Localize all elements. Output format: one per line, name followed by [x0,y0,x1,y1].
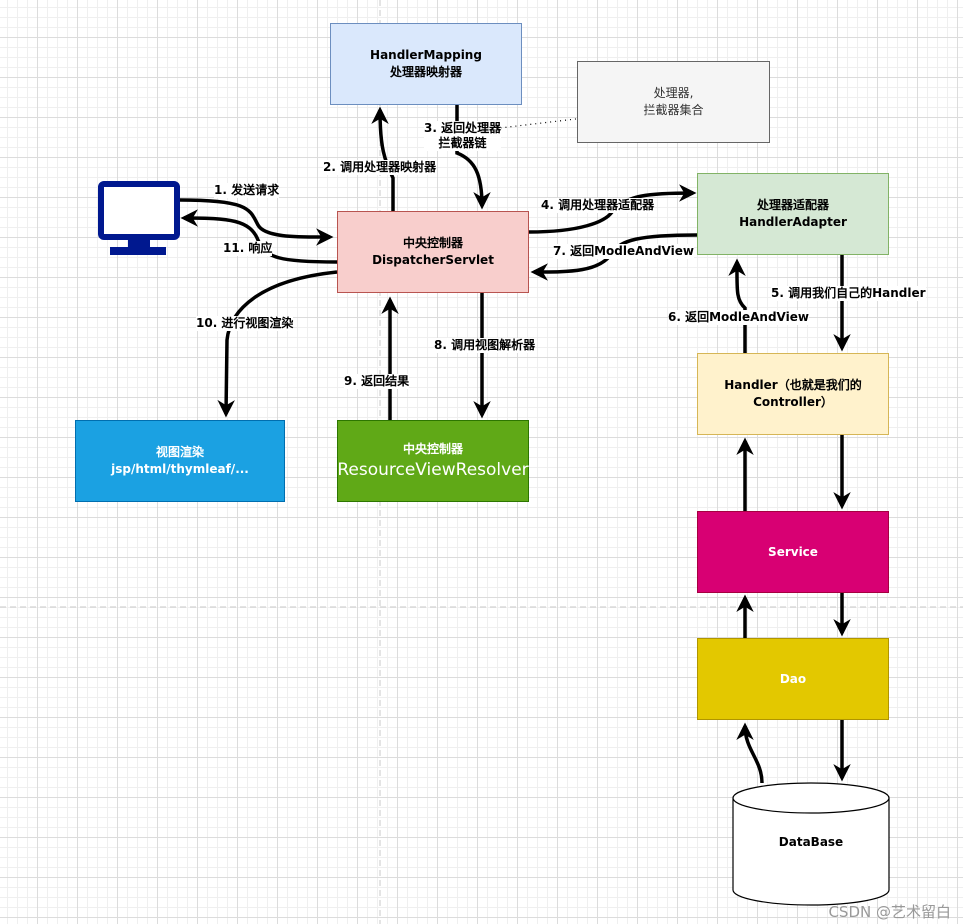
database-node[interactable]: DataBase [733,815,889,870]
node-title: 视图渲染 [155,445,204,459]
watermark: CSDN @艺术留白 [828,903,951,921]
service-node[interactable]: Service [697,511,889,593]
edge-label-3: 3. 返回处理器 拦截器链 [424,121,502,151]
node-title: 中央控制器 [402,441,463,456]
arrow-db-to-dao [736,722,764,784]
node-subtitle: 拦截器集合 [643,103,704,117]
edge-label-4: 4. 调用处理器适配器 [541,198,655,213]
node-subtitle: jsp/html/thymleaf/... [111,462,249,476]
node-title: HandlerMapping [370,48,482,62]
node-title: Dao [779,671,807,686]
resource-view-resolver-node[interactable]: 中央控制器 ResourceViewResolver [337,420,529,502]
node-title: DataBase [778,835,844,849]
node-subtitle: HandlerAdapter [739,215,847,229]
node-subtitle: 处理器映射器 [389,65,462,79]
node-title: 中央控制器 [402,236,463,250]
edge-label-5: 5. 调用我们自己的Handler [771,286,926,301]
edge-label-3-line2: 拦截器链 [438,136,487,150]
dispatcher-servlet-node[interactable]: 中央控制器 DispatcherServlet [337,211,529,293]
edge-label-9: 9. 返回结果 [344,374,410,389]
dao-node[interactable]: Dao [697,638,889,720]
node-title: 处理器适配器 [756,198,829,212]
node-title: Service [768,544,818,559]
handler-node[interactable]: Handler（也就是我们的 Controller） [697,353,889,435]
edge-label-10: 10. 进行视图渲染 [196,316,294,331]
node-subtitle: DispatcherServlet [372,253,494,267]
edge-label-11: 11. 响应 [223,241,273,256]
edge-label-3-line1: 3. 返回处理器 [424,121,502,135]
node-title: Handler（也就是我们的 [724,378,862,392]
edge-label-1: 1. 发送请求 [214,183,280,198]
node-subtitle: Controller） [753,395,833,409]
handler-mapping-node[interactable]: HandlerMapping 处理器映射器 [330,23,522,105]
edge-label-2: 2. 调用处理器映射器 [323,160,437,175]
edge-label-6: 6. 返回ModleAndView [668,310,809,325]
monitor-icon [98,181,180,255]
arrow-10-render [217,270,338,418]
interceptors-note[interactable]: 处理器, 拦截器集合 [577,61,770,143]
edge-label-8: 8. 调用视图解析器 [434,338,536,353]
arrow-6-return-mav [728,258,747,353]
handler-adapter-node[interactable]: 处理器适配器 HandlerAdapter [697,173,889,255]
edge-label-7: 7. 返回ModleAndView [553,244,694,259]
node-subtitle: ResourceViewResolver [337,459,529,480]
node-title: 处理器, [653,86,694,100]
view-render-node[interactable]: 视图渲染 jsp/html/thymleaf/... [75,420,285,502]
